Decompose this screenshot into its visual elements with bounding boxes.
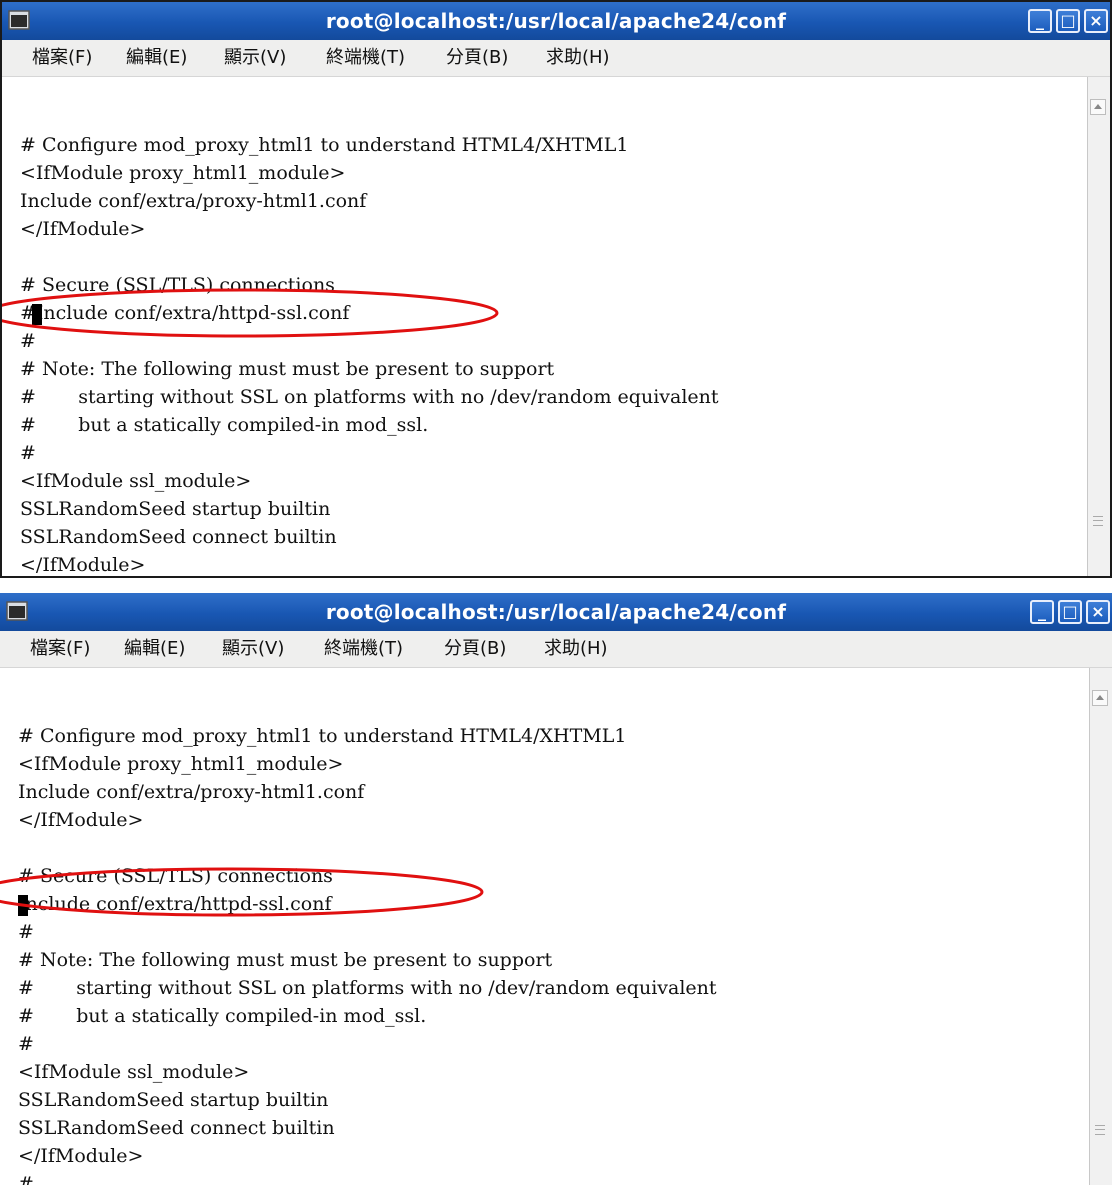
code-line: # Secure (SSL/TLS) connections bbox=[18, 865, 333, 887]
code-line: # but a statically compiled-in mod_ssl. bbox=[18, 1005, 427, 1027]
maximize-icon[interactable]: □ bbox=[1056, 9, 1080, 33]
menu-terminal[interactable]: 終端機(T) bbox=[324, 631, 403, 667]
code-line: # starting without SSL on platforms with… bbox=[20, 386, 719, 408]
code-line: # Configure mod_proxy_html1 to understan… bbox=[18, 725, 627, 747]
menu-edit[interactable]: 編輯(E) bbox=[126, 40, 187, 76]
menu-help[interactable]: 求助(H) bbox=[546, 40, 610, 76]
terminal-window-before: root@localhost:/usr/local/apache24/conf … bbox=[0, 0, 1112, 578]
menu-bar: 檔案(F) 編輯(E) 顯示(V) 終端機(T) 分頁(B) 求助(H) bbox=[0, 631, 1112, 668]
code-line: Include conf/extra/proxy-html1.conf bbox=[20, 190, 367, 212]
scroll-grip-icon[interactable] bbox=[1093, 516, 1103, 526]
code-line: <IfModule ssl_module> bbox=[20, 470, 252, 492]
code-line: # Note: The following must must be prese… bbox=[18, 949, 553, 971]
code-line: SSLRandomSeed startup builtin bbox=[18, 1089, 329, 1111]
text-cursor bbox=[32, 304, 42, 325]
window-title: root@localhost:/usr/local/apache24/conf bbox=[325, 600, 787, 624]
menu-edit[interactable]: 編輯(E) bbox=[124, 631, 185, 667]
menu-terminal[interactable]: 終端機(T) bbox=[326, 40, 405, 76]
code-line: # bbox=[20, 442, 36, 464]
menu-file[interactable]: 檔案(F) bbox=[30, 631, 90, 667]
title-bar[interactable]: root@localhost:/usr/local/apache24/conf … bbox=[2, 2, 1110, 40]
code-line: <IfModule proxy_html1_module> bbox=[18, 753, 344, 775]
code-line: SSLRandomSeed startup builtin bbox=[20, 498, 331, 520]
code-line: Include conf/extra/proxy-html1.conf bbox=[18, 781, 365, 803]
minimize-icon[interactable]: _ bbox=[1030, 600, 1054, 624]
code-line: </IfModule> bbox=[18, 1145, 144, 1167]
terminal-window-after: root@localhost:/usr/local/apache24/conf … bbox=[0, 593, 1112, 1185]
code-line: # bbox=[18, 1033, 34, 1055]
menu-file[interactable]: 檔案(F) bbox=[32, 40, 92, 76]
minimize-icon[interactable]: _ bbox=[1028, 9, 1052, 33]
scroll-up-arrow-icon[interactable] bbox=[1090, 99, 1106, 115]
close-icon[interactable]: × bbox=[1086, 600, 1110, 624]
code-line: </IfModule> bbox=[20, 554, 146, 576]
code-line: SSLRandomSeed connect builtin bbox=[20, 526, 337, 548]
menu-view[interactable]: 顯示(V) bbox=[222, 631, 284, 667]
code-line: SSLRandomSeed connect builtin bbox=[18, 1117, 335, 1139]
code-line: # Note: The following must must be prese… bbox=[20, 358, 555, 380]
code-line: </IfModule> bbox=[18, 809, 144, 831]
code-line: # Secure (SSL/TLS) connections bbox=[20, 274, 335, 296]
code-line: </IfModule> bbox=[20, 218, 146, 240]
title-bar[interactable]: root@localhost:/usr/local/apache24/conf … bbox=[0, 593, 1112, 631]
terminal-content[interactable]: # Configure mod_proxy_html1 to understan… bbox=[2, 77, 1088, 576]
scroll-up-arrow-icon[interactable] bbox=[1092, 690, 1108, 706]
maximize-icon[interactable]: □ bbox=[1058, 600, 1082, 624]
vertical-scrollbar[interactable] bbox=[1089, 668, 1112, 1185]
menu-tabs[interactable]: 分頁(B) bbox=[446, 40, 508, 76]
terminal-content[interactable]: # Configure mod_proxy_html1 to understan… bbox=[0, 668, 1090, 1185]
text-cursor bbox=[18, 895, 28, 916]
code-line: # Configure mod_proxy_html1 to understan… bbox=[20, 134, 629, 156]
code-line: # but a statically compiled-in mod_ssl. bbox=[20, 414, 429, 436]
code-line: # starting without SSL on platforms with… bbox=[18, 977, 717, 999]
code-line-highlighted: Include conf/extra/httpd-ssl.conf bbox=[18, 893, 332, 915]
code-line-highlighted: #Include conf/extra/httpd-ssl.conf bbox=[20, 302, 350, 324]
close-icon[interactable]: × bbox=[1084, 9, 1108, 33]
code-line: # bbox=[20, 330, 36, 352]
code-line: # bbox=[18, 921, 34, 943]
vertical-scrollbar[interactable] bbox=[1087, 77, 1110, 576]
menu-tabs[interactable]: 分頁(B) bbox=[444, 631, 506, 667]
menu-help[interactable]: 求助(H) bbox=[544, 631, 608, 667]
scroll-grip-icon[interactable] bbox=[1095, 1125, 1105, 1135]
code-line: # bbox=[18, 1173, 34, 1185]
menu-bar: 檔案(F) 編輯(E) 顯示(V) 終端機(T) 分頁(B) 求助(H) bbox=[2, 40, 1110, 77]
code-line: <IfModule ssl_module> bbox=[18, 1061, 250, 1083]
menu-view[interactable]: 顯示(V) bbox=[224, 40, 286, 76]
code-line: <IfModule proxy_html1_module> bbox=[20, 162, 346, 184]
window-title: root@localhost:/usr/local/apache24/conf bbox=[325, 9, 787, 33]
